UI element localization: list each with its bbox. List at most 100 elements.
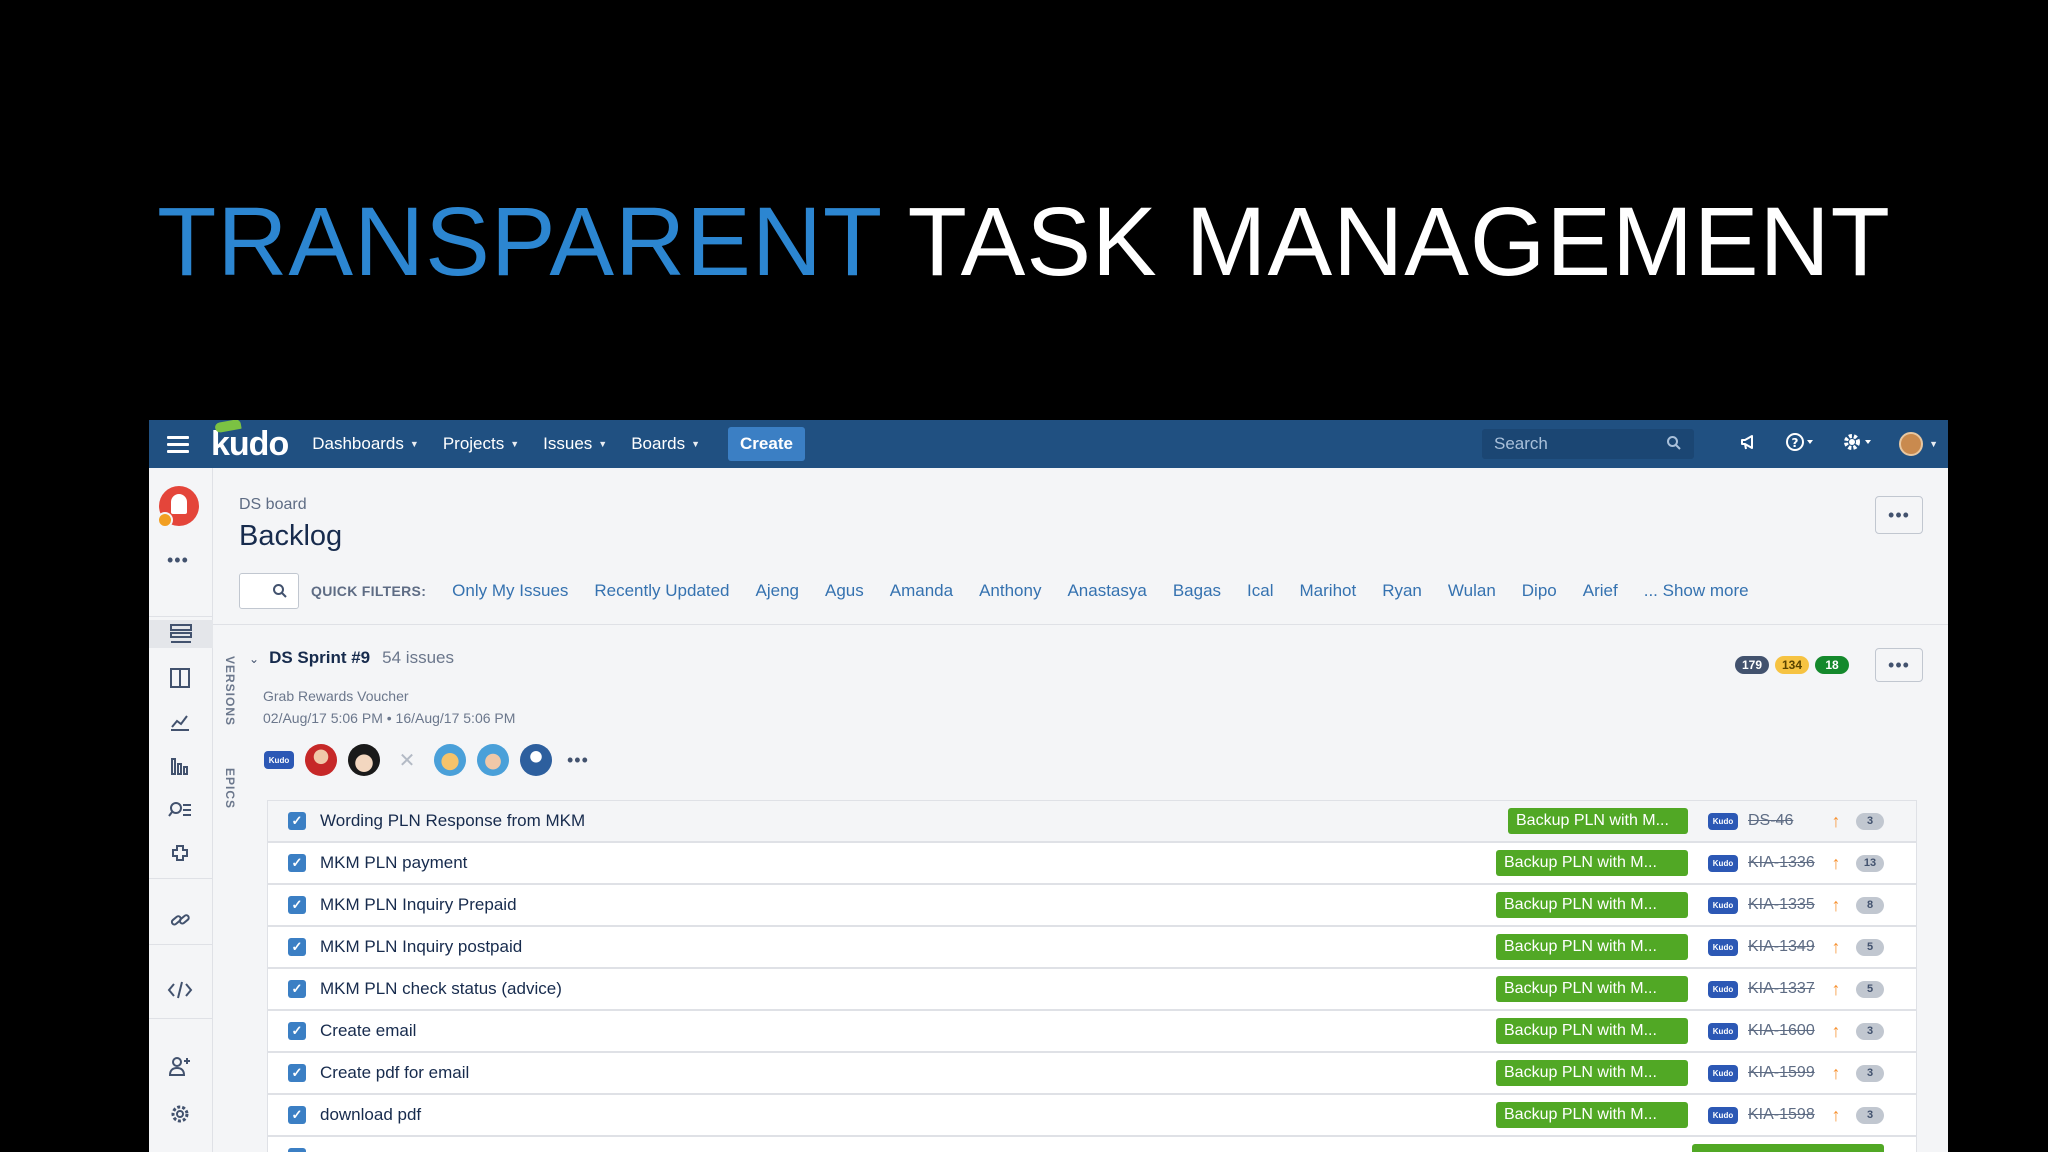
issue-summary: Wording PLN Response from MKM	[320, 811, 586, 830]
issue-key[interactable]: KIA-1336	[1748, 854, 1822, 872]
chevron-down-icon: ▼	[598, 439, 608, 449]
backlog-icon[interactable]	[149, 620, 213, 648]
quick-filter[interactable]: Agus	[825, 581, 864, 601]
quick-filters-bar: QUICK FILTERS: Only My Issues Recently U…	[239, 572, 1749, 610]
releases-icon[interactable]	[166, 708, 194, 736]
issue-key[interactable]: KIA-1337	[1748, 980, 1822, 998]
avatar[interactable]	[520, 744, 552, 776]
table-row[interactable]: ✓ Wording PLN Response from MKM Backup P…	[268, 801, 1916, 843]
issue-summary: Create pdf for email	[320, 1063, 470, 1082]
table-row[interactable]: ✓ Create pdf for email Backup PLN with M…	[268, 1053, 1916, 1095]
code-icon[interactable]	[166, 976, 194, 1004]
project-tag-icon: Kudo	[1708, 1064, 1738, 1082]
kudo-logo[interactable]: kudo	[211, 420, 289, 461]
filter-search-input[interactable]	[239, 573, 299, 609]
board-more-button[interactable]: •••	[1875, 496, 1923, 534]
sprint-name: DS Sprint #9	[269, 648, 371, 667]
avatar[interactable]	[434, 744, 466, 776]
nav-boards[interactable]: Boards ▼	[631, 434, 700, 454]
estimate-badge: 3	[1856, 1106, 1884, 1124]
avatar[interactable]	[348, 744, 380, 776]
chevron-down-icon[interactable]: ⌄	[249, 652, 259, 666]
reports-icon[interactable]	[166, 752, 194, 780]
table-row-partial[interactable]: ✓	[268, 1137, 1916, 1152]
table-row[interactable]: ✓ MKM PLN Inquiry Prepaid Backup PLN wit…	[268, 885, 1916, 927]
nav-dashboards[interactable]: Dashboards ▼	[312, 434, 419, 454]
close-icon[interactable]: ✕	[391, 748, 423, 773]
more-dots-icon[interactable]: •••	[167, 550, 189, 571]
story-checkbox-icon: ✓	[288, 1148, 306, 1152]
epic-label[interactable]: Backup PLN with M...	[1508, 808, 1688, 834]
quick-filter[interactable]: Amanda	[890, 581, 953, 601]
quick-filter[interactable]: Wulan	[1448, 581, 1496, 601]
epic-label[interactable]: Backup PLN with M...	[1496, 892, 1688, 918]
board-icon[interactable]	[166, 664, 194, 692]
quick-filter[interactable]: Bagas	[1173, 581, 1221, 601]
components-icon[interactable]	[166, 840, 194, 868]
quick-filter[interactable]: Dipo	[1522, 581, 1557, 601]
quick-filter[interactable]: Anthony	[979, 581, 1041, 601]
table-row[interactable]: ✓ download pdf Backup PLN with M... Kudo…	[268, 1095, 1916, 1137]
project-sidebar: •••	[149, 468, 213, 1152]
nav-issues[interactable]: Issues ▼	[543, 434, 607, 454]
sprint-dates: 02/Aug/17 5:06 PM • 16/Aug/17 5:06 PM	[263, 710, 516, 726]
help-icon[interactable]: ?	[1785, 432, 1815, 457]
quick-filter[interactable]: Arief	[1583, 581, 1618, 601]
epic-label[interactable]: Backup PLN with M...	[1496, 850, 1688, 876]
quick-filter[interactable]: Ajeng	[756, 581, 799, 601]
issue-key[interactable]: KIA-1335	[1748, 896, 1822, 914]
issue-key[interactable]: KIA-1349	[1748, 938, 1822, 956]
table-row[interactable]: ✓ MKM PLN payment Backup PLN with M... K…	[268, 843, 1916, 885]
quick-filter[interactable]: Recently Updated	[594, 581, 729, 601]
story-checkbox-icon: ✓	[288, 938, 306, 956]
estimate-badge: 3	[1856, 1064, 1884, 1082]
create-button[interactable]: Create	[728, 427, 805, 461]
quick-filter[interactable]: Ical	[1247, 581, 1273, 601]
quick-filter[interactable]: Anastasya	[1067, 581, 1146, 601]
sprint-issue-count: 54 issues	[382, 648, 454, 667]
epic-label[interactable]: Backup PLN with M...	[1496, 1060, 1688, 1086]
avatar[interactable]	[477, 744, 509, 776]
epic-label[interactable]: Backup PLN with M...	[1496, 934, 1688, 960]
more-dots-icon[interactable]: •••	[567, 750, 589, 771]
issue-key[interactable]: KIA-1600	[1748, 1022, 1822, 1040]
epic-label[interactable]	[1692, 1144, 1884, 1152]
quick-filter[interactable]: Marihot	[1300, 581, 1357, 601]
gear-icon[interactable]	[1841, 431, 1873, 458]
show-more-filters[interactable]: ... Show more	[1644, 581, 1749, 601]
project-avatar[interactable]	[157, 486, 199, 528]
project-tag-icon: Kudo	[1708, 812, 1738, 830]
issues-search-icon[interactable]	[166, 796, 194, 824]
sprint-header[interactable]: ⌄ DS Sprint #9 54 issues	[249, 648, 454, 668]
issue-key[interactable]: KIA-1599	[1748, 1064, 1822, 1082]
settings-icon[interactable]	[166, 1100, 194, 1128]
issue-summary: MKM PLN Inquiry postpaid	[320, 937, 523, 956]
issue-summary: Create email	[320, 1021, 417, 1040]
epic-label[interactable]: Backup PLN with M...	[1496, 976, 1688, 1002]
issue-key[interactable]: DS-46	[1748, 812, 1822, 830]
menu-icon[interactable]	[167, 435, 189, 453]
search-input[interactable]: Search	[1482, 429, 1694, 459]
issue-summary: download pdf	[320, 1105, 422, 1124]
epic-label[interactable]: Backup PLN with M...	[1496, 1102, 1688, 1128]
table-row[interactable]: ✓ MKM PLN Inquiry postpaid Backup PLN wi…	[268, 927, 1916, 969]
sprint-estimate-pills: 179 134 18	[1735, 656, 1849, 674]
issue-key[interactable]: KIA-1598	[1748, 1106, 1822, 1124]
tab-versions[interactable]: VERSIONS	[213, 656, 237, 726]
add-user-icon[interactable]	[166, 1052, 194, 1080]
megaphone-icon[interactable]	[1739, 432, 1759, 457]
avatar[interactable]	[305, 744, 337, 776]
epic-label[interactable]: Backup PLN with M...	[1496, 1018, 1688, 1044]
nav-projects[interactable]: Projects ▼	[443, 434, 519, 454]
quick-filter[interactable]: Only My Issues	[452, 581, 568, 601]
tab-epics[interactable]: EPICS	[213, 768, 237, 809]
status-badge-done: 18	[1815, 656, 1849, 674]
table-row[interactable]: ✓ MKM PLN check status (advice) Backup P…	[268, 969, 1916, 1011]
link-icon[interactable]	[166, 906, 194, 934]
sprint-more-button[interactable]: •••	[1875, 648, 1923, 682]
user-avatar-menu[interactable]: ▼	[1899, 432, 1938, 456]
breadcrumb[interactable]: DS board	[239, 496, 307, 514]
quick-filter[interactable]: Ryan	[1382, 581, 1422, 601]
project-tag-icon[interactable]: Kudo	[264, 751, 294, 769]
table-row[interactable]: ✓ Create email Backup PLN with M... Kudo…	[268, 1011, 1916, 1053]
